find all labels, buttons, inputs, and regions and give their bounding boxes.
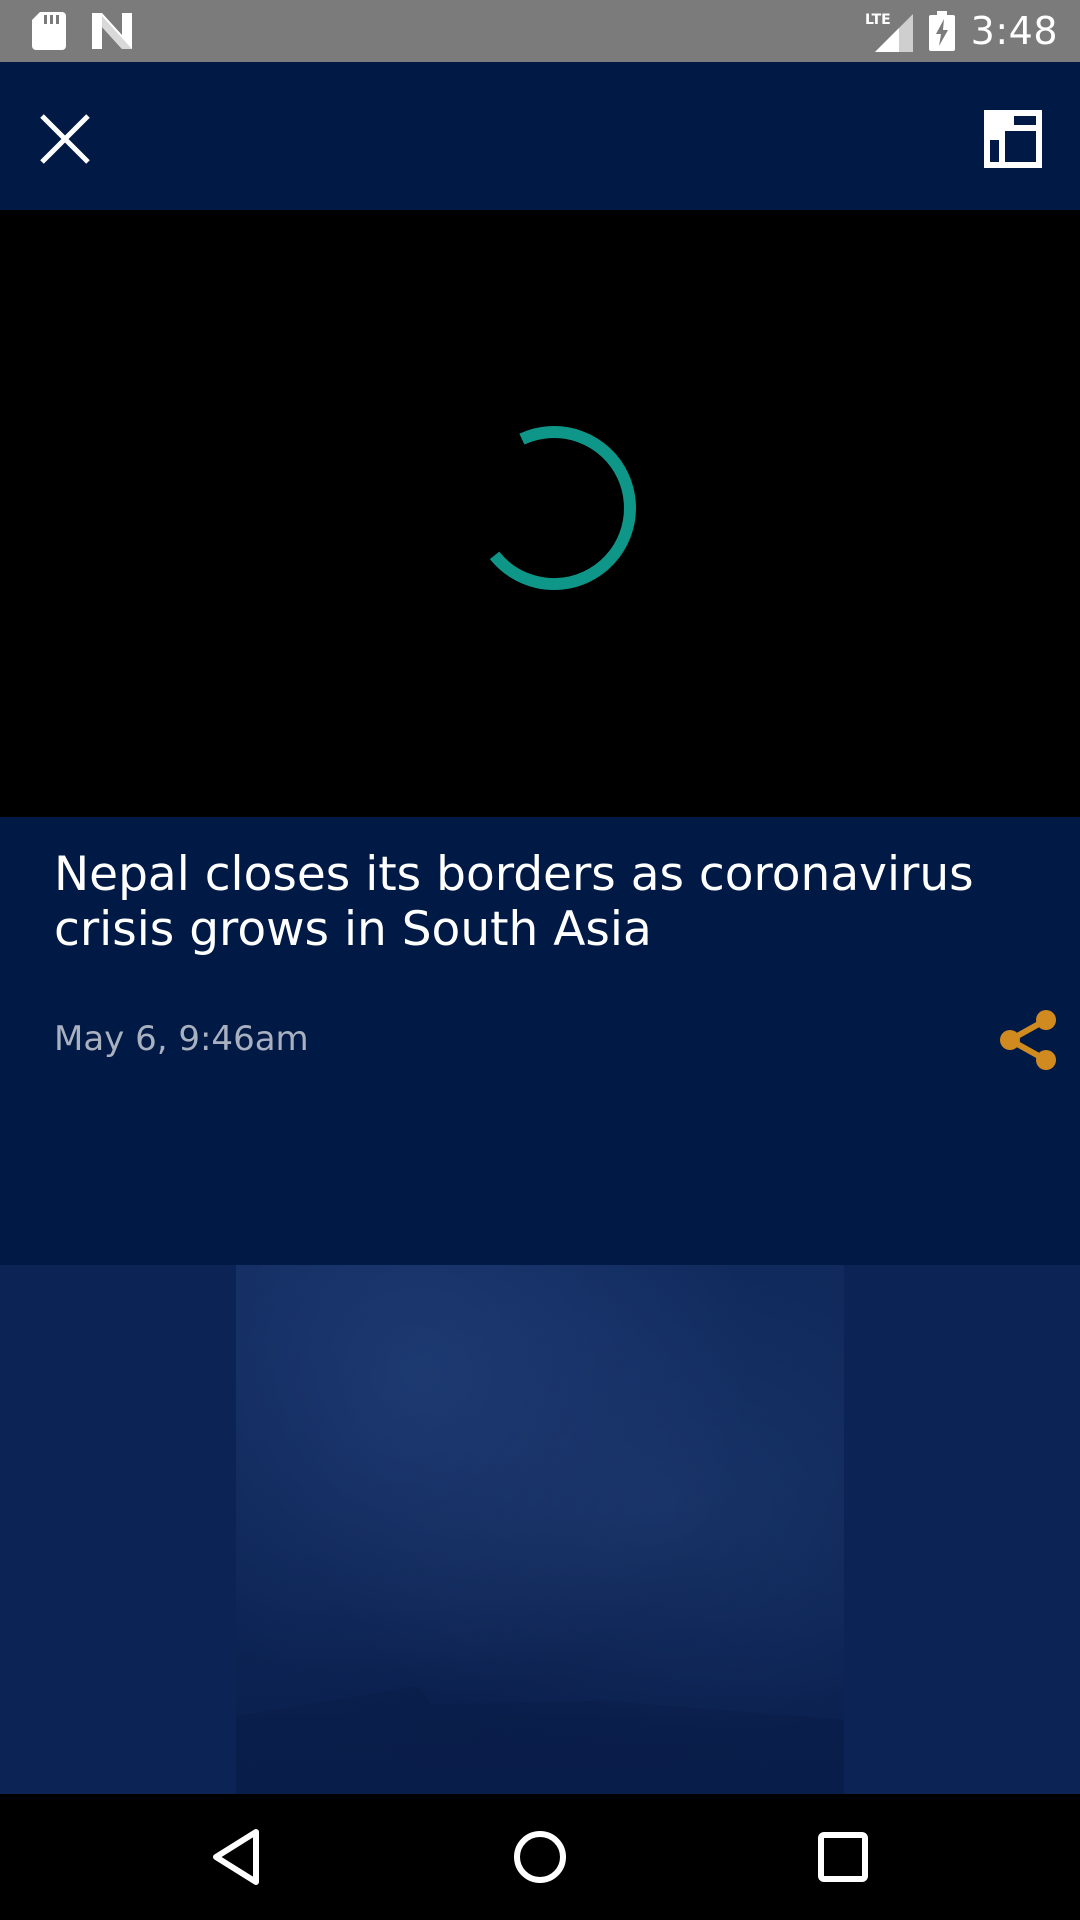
article-headline: Nepal closes its borders as coronavirus … bbox=[54, 847, 974, 957]
status-right: LTE 3:48 bbox=[865, 0, 1058, 62]
close-button[interactable] bbox=[30, 104, 100, 174]
back-icon bbox=[213, 1829, 259, 1885]
video-player[interactable] bbox=[0, 210, 1080, 817]
toolbar bbox=[0, 62, 1080, 210]
recents-button[interactable] bbox=[810, 1824, 876, 1890]
picture-in-picture-button[interactable] bbox=[984, 110, 1042, 168]
article-preview[interactable] bbox=[0, 1265, 1080, 1794]
status-time: 3:48 bbox=[970, 9, 1058, 53]
article-timestamp: May 6, 9:46am bbox=[54, 1019, 309, 1059]
article-info: Nepal closes its borders as coronavirus … bbox=[0, 817, 1080, 1265]
share-icon bbox=[1000, 1010, 1056, 1070]
preview-image bbox=[236, 1265, 844, 1794]
home-button[interactable] bbox=[507, 1824, 573, 1890]
loading-spinner bbox=[472, 425, 636, 590]
battery-charging-icon bbox=[928, 11, 955, 51]
preview-skyline bbox=[236, 1686, 844, 1794]
picture-in-picture-icon bbox=[984, 110, 1042, 168]
lte-signal-icon: LTE bbox=[865, 12, 913, 52]
screen: LTE 3:48 Nepal closes its borders as cor… bbox=[0, 0, 1080, 1920]
status-bar: LTE 3:48 bbox=[0, 0, 1080, 62]
n-notification-icon bbox=[92, 13, 132, 49]
navigation-bar bbox=[0, 1794, 1080, 1920]
home-icon bbox=[514, 1831, 566, 1883]
sd-card-icon bbox=[32, 12, 66, 50]
svg-text:LTE: LTE bbox=[865, 12, 891, 28]
share-button[interactable] bbox=[998, 1009, 1058, 1071]
back-button[interactable] bbox=[204, 1824, 270, 1890]
recents-icon bbox=[818, 1832, 868, 1882]
close-icon bbox=[40, 114, 90, 164]
status-left-icons bbox=[32, 12, 132, 50]
